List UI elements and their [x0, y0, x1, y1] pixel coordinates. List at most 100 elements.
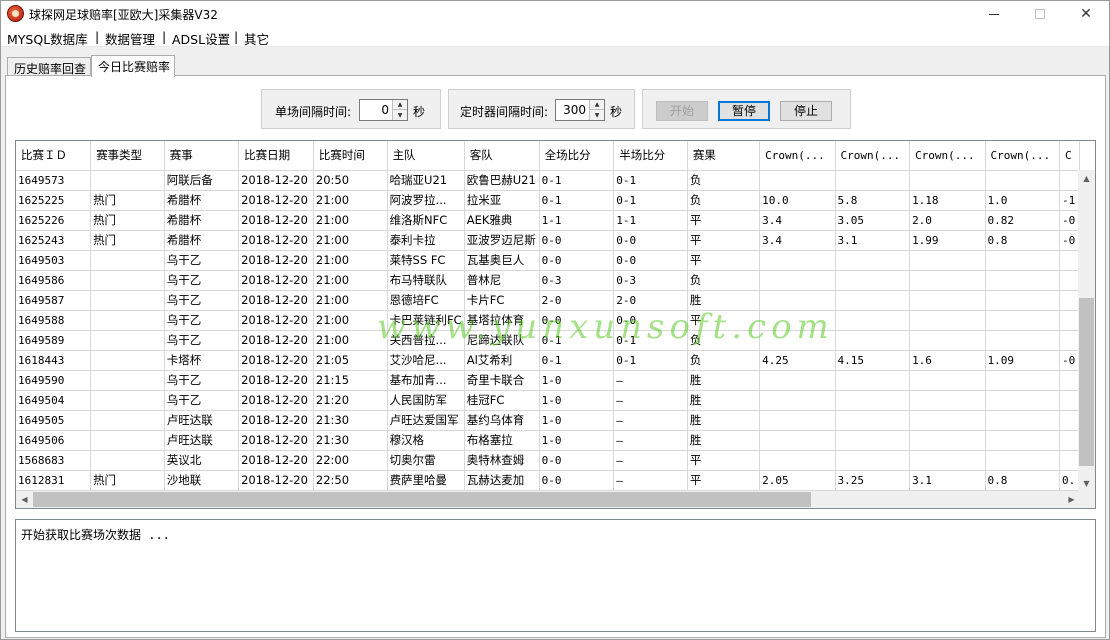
timer-interval-group: 定时器间隔时间: 300 ▲ ▼ 秒: [448, 89, 635, 129]
table-cell: 卢旺达联: [164, 410, 240, 431]
timer-interval-stepper[interactable]: 300 ▲ ▼: [555, 99, 605, 121]
column-header[interactable]: C: [1059, 141, 1080, 171]
spin-up-icon[interactable]: ▲: [590, 100, 604, 110]
odds-data-grid[interactable]: 比赛ＩＤ 赛事类型 赛事 比赛日期 比赛时间 主队 客队 全场比分 半场比分 赛果 Crown(..…: [15, 140, 1096, 509]
menu-adsl-settings[interactable]: ADSL设置: [172, 29, 230, 48]
table-cell: 5.8: [835, 190, 911, 211]
maximize-icon: [1035, 9, 1045, 19]
table-cell: 0.8: [985, 470, 1061, 491]
table-row[interactable]: 1649503 乌干乙 2018-12-20 21:00 莱特SS FC 瓦基奥巨人 0-0…: [16, 250, 1080, 271]
table-row[interactable]: 1649588 乌干乙 2018-12-20 21:00 卡巴莱链利FC 基塔拉体育 0-0…: [16, 310, 1080, 331]
table-cell: 欧鲁巴赫U21: [464, 170, 540, 191]
table-cell: 1.99: [909, 230, 986, 251]
table-row[interactable]: 1568683 英议北 2018-12-20 22:00 切奥尔雷 奥特林查姆 0-0– 平: [16, 450, 1080, 471]
table-cell: [909, 310, 986, 331]
table-cell: 2018-12-20: [238, 190, 314, 211]
table-cell: 布马特联队: [387, 270, 465, 291]
table-cell: [835, 410, 911, 431]
spin-up-icon[interactable]: ▲: [393, 100, 407, 110]
log-output[interactable]: 开始获取比赛场次数据 ...: [15, 519, 1096, 632]
table-row[interactable]: 1612831 热门 沙地联 2018-12-20 22:50 费萨里哈曼 瓦赫达麦加 0-0…: [16, 470, 1080, 491]
table-cell: 0.: [1059, 470, 1080, 491]
column-header[interactable]: 半场比分: [613, 141, 688, 171]
vertical-scroll-thumb[interactable]: [1079, 298, 1094, 466]
column-header[interactable]: 比赛时间: [313, 141, 388, 171]
column-header[interactable]: 全场比分: [539, 141, 615, 171]
column-header[interactable]: 比赛日期: [238, 141, 314, 171]
column-header[interactable]: Crown(...: [985, 141, 1061, 171]
table-cell: 1649587: [16, 290, 92, 311]
menu-data-management[interactable]: 数据管理: [105, 29, 155, 48]
start-button[interactable]: 开始: [656, 101, 708, 121]
table-cell: [985, 170, 1061, 191]
tab-today-odds[interactable]: 今日比赛赔率: [91, 55, 175, 77]
horizontal-scroll-thumb[interactable]: [33, 492, 811, 507]
table-cell: 2018-12-20: [238, 350, 314, 371]
scroll-up-icon[interactable]: ▲: [1078, 170, 1095, 187]
timer-interval-label: 定时器间隔时间:: [460, 105, 549, 119]
vertical-scrollbar[interactable]: ▲ ▼: [1078, 170, 1095, 492]
table-cell: 2.0: [909, 210, 986, 231]
column-header[interactable]: 主队: [387, 141, 465, 171]
table-cell: 0-1: [539, 170, 615, 191]
column-header[interactable]: 比赛ＩＤ: [16, 141, 92, 171]
table-cell: 阿波罗拉...: [387, 190, 465, 211]
table-row[interactable]: 1649506 卢旺达联 2018-12-20 21:30 穆汉格 布格塞拉 1-0– 胜: [16, 430, 1080, 451]
table-cell: 1-1: [539, 210, 615, 231]
column-header[interactable]: Crown(...: [835, 141, 911, 171]
table-row[interactable]: 1649573 阿联后备 2018-12-20 20:50 哈瑞亚U21 欧鲁巴赫U21 0…: [16, 170, 1080, 191]
table-cell: [985, 370, 1061, 391]
table-cell: 热门: [90, 470, 165, 491]
table-row[interactable]: 1625243 热门 希腊杯 2018-12-20 21:00 泰利卡拉 亚波罗迈尼斯 0-0…: [16, 230, 1080, 251]
column-header[interactable]: Crown(...: [909, 141, 986, 171]
table-cell: 1-0: [539, 430, 615, 451]
column-header[interactable]: 赛果: [687, 141, 761, 171]
table-cell: [90, 310, 165, 331]
table-cell: 21:30: [313, 430, 388, 451]
table-cell: 2018-12-20: [238, 450, 314, 471]
close-button[interactable]: ✕: [1063, 1, 1109, 27]
table-cell: 1612831: [16, 470, 92, 491]
table-cell: [1059, 250, 1080, 271]
odds-table: 比赛ＩＤ 赛事类型 赛事 比赛日期 比赛时间 主队 客队 全场比分 半场比分 赛果 Crown(..…: [16, 141, 1080, 491]
table-cell: [985, 250, 1061, 271]
table-row[interactable]: 1649504 乌干乙 2018-12-20 21:20 人民国防军 桂冠FC 1-0– 胜: [16, 390, 1080, 411]
table-cell: [909, 430, 986, 451]
table-cell: 0-1: [539, 190, 615, 211]
table-cell: 人民国防军: [387, 390, 465, 411]
minimize-button[interactable]: [971, 1, 1017, 27]
title-bar[interactable]: 球探网足球赔率[亚欧大]采集器V32 ✕: [1, 1, 1109, 27]
table-row[interactable]: 1649589 乌干乙 2018-12-20 21:00 关西普拉... 尼蹄达联队 0-1…: [16, 330, 1080, 351]
menu-other[interactable]: 其它: [244, 29, 269, 48]
column-header[interactable]: 赛事类型: [90, 141, 165, 171]
table-cell: 1568683: [16, 450, 92, 471]
table-cell: 乌干乙: [164, 290, 240, 311]
table-row[interactable]: 1625225 热门 希腊杯 2018-12-20 21:00 阿波罗拉... 拉米亚 0-1…: [16, 190, 1080, 211]
tab-history-odds[interactable]: 历史赔率回查: [7, 57, 91, 76]
table-cell: 2018-12-20: [238, 310, 314, 331]
spin-down-icon[interactable]: ▼: [393, 110, 407, 120]
table-cell: [1059, 290, 1080, 311]
table-row[interactable]: 1649586 乌干乙 2018-12-20 21:00 布马特联队 普林尼 0-3 0-3 负: [16, 270, 1080, 291]
table-row[interactable]: 1649590 乌干乙 2018-12-20 21:15 基布加青... 奇里卡联合 1-0…: [16, 370, 1080, 391]
column-header[interactable]: 赛事: [164, 141, 240, 171]
table-row[interactable]: 1618443 卡塔杯 2018-12-20 21:05 艾沙哈尼... Al艾希利 0-1…: [16, 350, 1080, 371]
scroll-left-icon[interactable]: ◀: [16, 491, 33, 508]
table-row[interactable]: 1649587 乌干乙 2018-12-20 21:00 恩德培FC 卡片FC 2-0 2-0…: [16, 290, 1080, 311]
table-cell: [835, 370, 911, 391]
column-header[interactable]: 客队: [464, 141, 540, 171]
single-interval-stepper[interactable]: 0 ▲ ▼: [359, 99, 408, 121]
table-row[interactable]: 1625226 热门 希腊杯 2018-12-20 21:00 维洛斯NFC AEK雅典 1-…: [16, 210, 1080, 231]
column-header[interactable]: Crown(...: [759, 141, 836, 171]
table-cell: -0: [1059, 230, 1080, 251]
stop-button[interactable]: 停止: [780, 101, 832, 121]
table-cell: 0-1: [613, 190, 688, 211]
table-cell: [985, 290, 1061, 311]
pause-button[interactable]: 暂停: [718, 101, 770, 121]
menu-mysql[interactable]: MYSQL数据库: [7, 29, 88, 48]
horizontal-scrollbar[interactable]: ◀ ▶: [16, 491, 1080, 508]
table-cell: 3.1: [835, 230, 911, 251]
spin-down-icon[interactable]: ▼: [590, 110, 604, 120]
scroll-down-icon[interactable]: ▼: [1078, 475, 1095, 492]
table-row[interactable]: 1649505 卢旺达联 2018-12-20 21:30 卢旺达爱国军 基约乌体育 1-0…: [16, 410, 1080, 431]
